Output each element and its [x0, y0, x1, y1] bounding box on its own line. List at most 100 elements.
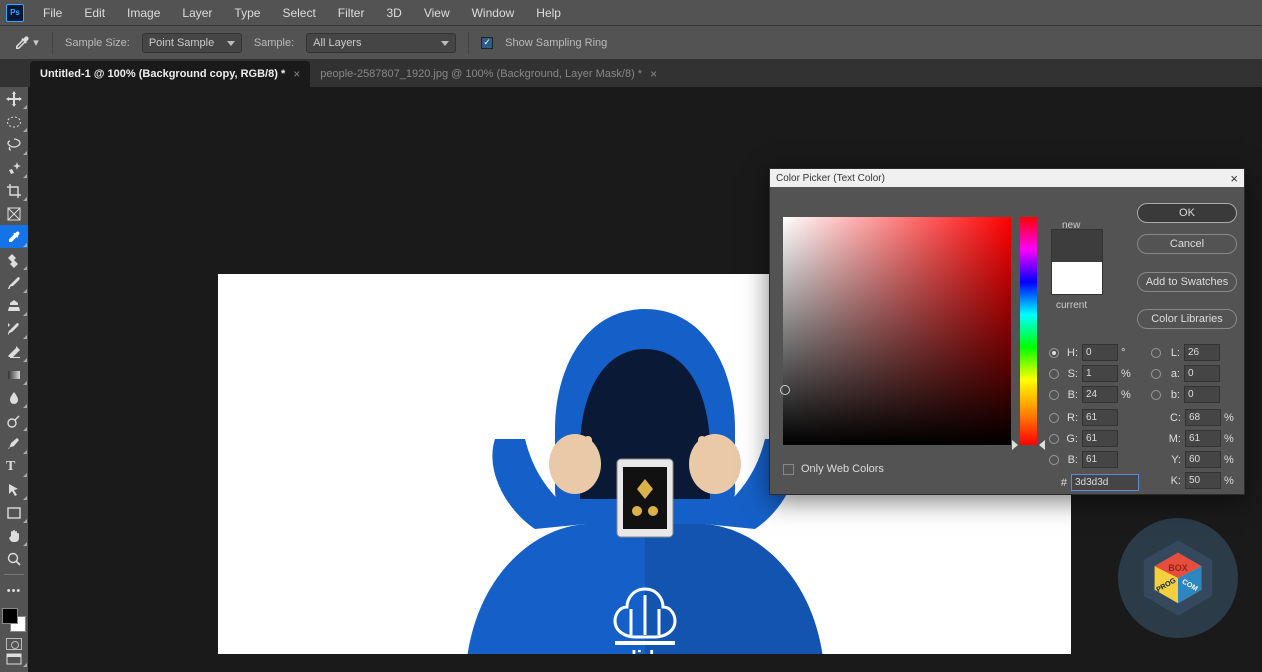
options-bar: ▾ Sample Size: Point Sample Sample: All …	[0, 25, 1262, 59]
quick-selection-tool[interactable]	[0, 156, 28, 179]
web-colors-checkbox[interactable]	[783, 464, 794, 475]
saturation-brightness-field[interactable]	[783, 217, 1011, 445]
new-color-swatch	[1052, 230, 1102, 262]
menu-edit[interactable]: Edit	[73, 6, 116, 20]
tab-label: people-2587807_1920.jpg @ 100% (Backgrou…	[320, 68, 642, 80]
menu-file[interactable]: File	[32, 6, 73, 20]
eraser-tool[interactable]	[0, 340, 28, 363]
radio-h[interactable]	[1049, 348, 1059, 358]
frame-tool[interactable]	[0, 202, 28, 225]
h-input[interactable]	[1082, 344, 1118, 361]
crop-tool[interactable]	[0, 179, 28, 202]
b-input[interactable]	[1082, 451, 1118, 468]
radio-g[interactable]	[1049, 434, 1059, 444]
pen-tool[interactable]	[0, 432, 28, 455]
sample-label: Sample:	[254, 37, 294, 49]
spot-healing-tool[interactable]	[0, 248, 28, 271]
tab-untitled-1[interactable]: Untitled-1 @ 100% (Background copy, RGB/…	[30, 61, 310, 87]
g-input[interactable]	[1082, 430, 1118, 447]
zoom-tool[interactable]	[0, 547, 28, 570]
web-colors-label: Only Web Colors	[801, 463, 884, 475]
close-icon[interactable]: ×	[293, 67, 300, 81]
blur-tool[interactable]	[0, 386, 28, 409]
menu-select[interactable]: Select	[271, 6, 326, 20]
add-to-swatches-button[interactable]: Add to Swatches	[1137, 272, 1237, 292]
radio-r[interactable]	[1049, 413, 1059, 423]
menu-window[interactable]: Window	[461, 6, 526, 20]
eyedropper-tool[interactable]	[0, 225, 28, 248]
cancel-button[interactable]: Cancel	[1137, 234, 1237, 254]
svg-text:BOX: BOX	[1168, 563, 1188, 573]
document-tabs: Untitled-1 @ 100% (Background copy, RGB/…	[0, 59, 1262, 87]
gradient-tool[interactable]	[0, 363, 28, 386]
hand-tool[interactable]	[0, 524, 28, 547]
a-input[interactable]	[1184, 365, 1220, 382]
radio-bl[interactable]	[1151, 390, 1161, 400]
rectangle-tool[interactable]	[0, 501, 28, 524]
tools-panel: T •••	[0, 87, 28, 672]
history-brush-tool[interactable]	[0, 317, 28, 340]
move-tool[interactable]	[0, 87, 28, 110]
m-input[interactable]	[1185, 430, 1221, 447]
sample-size-label: Sample Size:	[65, 37, 130, 49]
edit-toolbar-button[interactable]: •••	[0, 579, 28, 602]
current-color-swatch	[1052, 262, 1102, 294]
bv-input[interactable]	[1082, 386, 1118, 403]
clone-stamp-tool[interactable]	[0, 294, 28, 317]
menu-3d[interactable]: 3D	[375, 6, 412, 20]
color-libraries-button[interactable]: Color Libraries	[1137, 309, 1237, 329]
brush-tool[interactable]	[0, 271, 28, 294]
sample-layers-select[interactable]: All Layers	[306, 33, 456, 53]
radio-a[interactable]	[1151, 369, 1161, 379]
close-icon[interactable]: ×	[1230, 171, 1238, 186]
menu-type[interactable]: Type	[223, 6, 271, 20]
marquee-tool[interactable]	[0, 110, 28, 133]
color-swatches[interactable]	[2, 608, 26, 632]
ps-logo-icon: Ps	[6, 4, 24, 22]
menu-view[interactable]: View	[413, 6, 461, 20]
color-preview	[1051, 229, 1103, 295]
y-input[interactable]	[1185, 451, 1221, 468]
screen-mode-button[interactable]	[0, 650, 28, 668]
foreground-color-swatch[interactable]	[2, 608, 18, 624]
show-sampling-ring-checkbox[interactable]: ✓	[481, 37, 493, 49]
tab-people-jpg[interactable]: people-2587807_1920.jpg @ 100% (Backgrou…	[310, 61, 667, 87]
l-input[interactable]	[1184, 344, 1220, 361]
svg-text:adidas: adidas	[613, 648, 676, 654]
menu-image[interactable]: Image	[116, 6, 171, 20]
type-tool[interactable]: T	[0, 455, 28, 478]
dodge-tool[interactable]	[0, 409, 28, 432]
r-input[interactable]	[1082, 409, 1118, 426]
hue-indicator-right-icon	[1039, 440, 1045, 450]
quick-mask-toggle[interactable]	[6, 638, 22, 650]
color-cursor[interactable]	[780, 385, 790, 395]
s-input[interactable]	[1082, 365, 1118, 382]
dialog-title: Color Picker (Text Color)	[776, 173, 885, 184]
radio-b[interactable]	[1049, 390, 1059, 400]
lasso-tool[interactable]	[0, 133, 28, 156]
k-input[interactable]	[1185, 472, 1221, 489]
c-input[interactable]	[1185, 409, 1221, 426]
ok-button[interactable]: OK	[1137, 203, 1237, 223]
sample-size-select[interactable]: Point Sample	[142, 33, 242, 53]
tab-label: Untitled-1 @ 100% (Background copy, RGB/…	[40, 68, 285, 80]
hue-slider[interactable]	[1020, 217, 1037, 445]
divider	[4, 574, 24, 575]
color-picker-dialog: Color Picker (Text Color) × new current …	[769, 168, 1245, 495]
close-icon[interactable]: ×	[650, 67, 657, 81]
dialog-titlebar[interactable]: Color Picker (Text Color) ×	[770, 169, 1244, 187]
radio-s[interactable]	[1049, 369, 1059, 379]
path-selection-tool[interactable]	[0, 478, 28, 501]
label-current: current	[1056, 300, 1087, 311]
watermark-badge: BOX PROG COM	[1118, 518, 1238, 638]
menu-layer[interactable]: Layer	[171, 6, 223, 20]
menu-filter[interactable]: Filter	[327, 6, 376, 20]
hue-indicator-left-icon	[1012, 440, 1018, 450]
radio-l[interactable]	[1151, 348, 1161, 358]
radio-bb[interactable]	[1049, 455, 1059, 465]
menubar: Ps File Edit Image Layer Type Select Fil…	[0, 0, 1262, 25]
hex-input[interactable]	[1071, 474, 1139, 491]
bl-input[interactable]	[1184, 386, 1220, 403]
menu-help[interactable]: Help	[525, 6, 572, 20]
active-tool-eyedropper-icon[interactable]: ▾	[12, 32, 40, 54]
